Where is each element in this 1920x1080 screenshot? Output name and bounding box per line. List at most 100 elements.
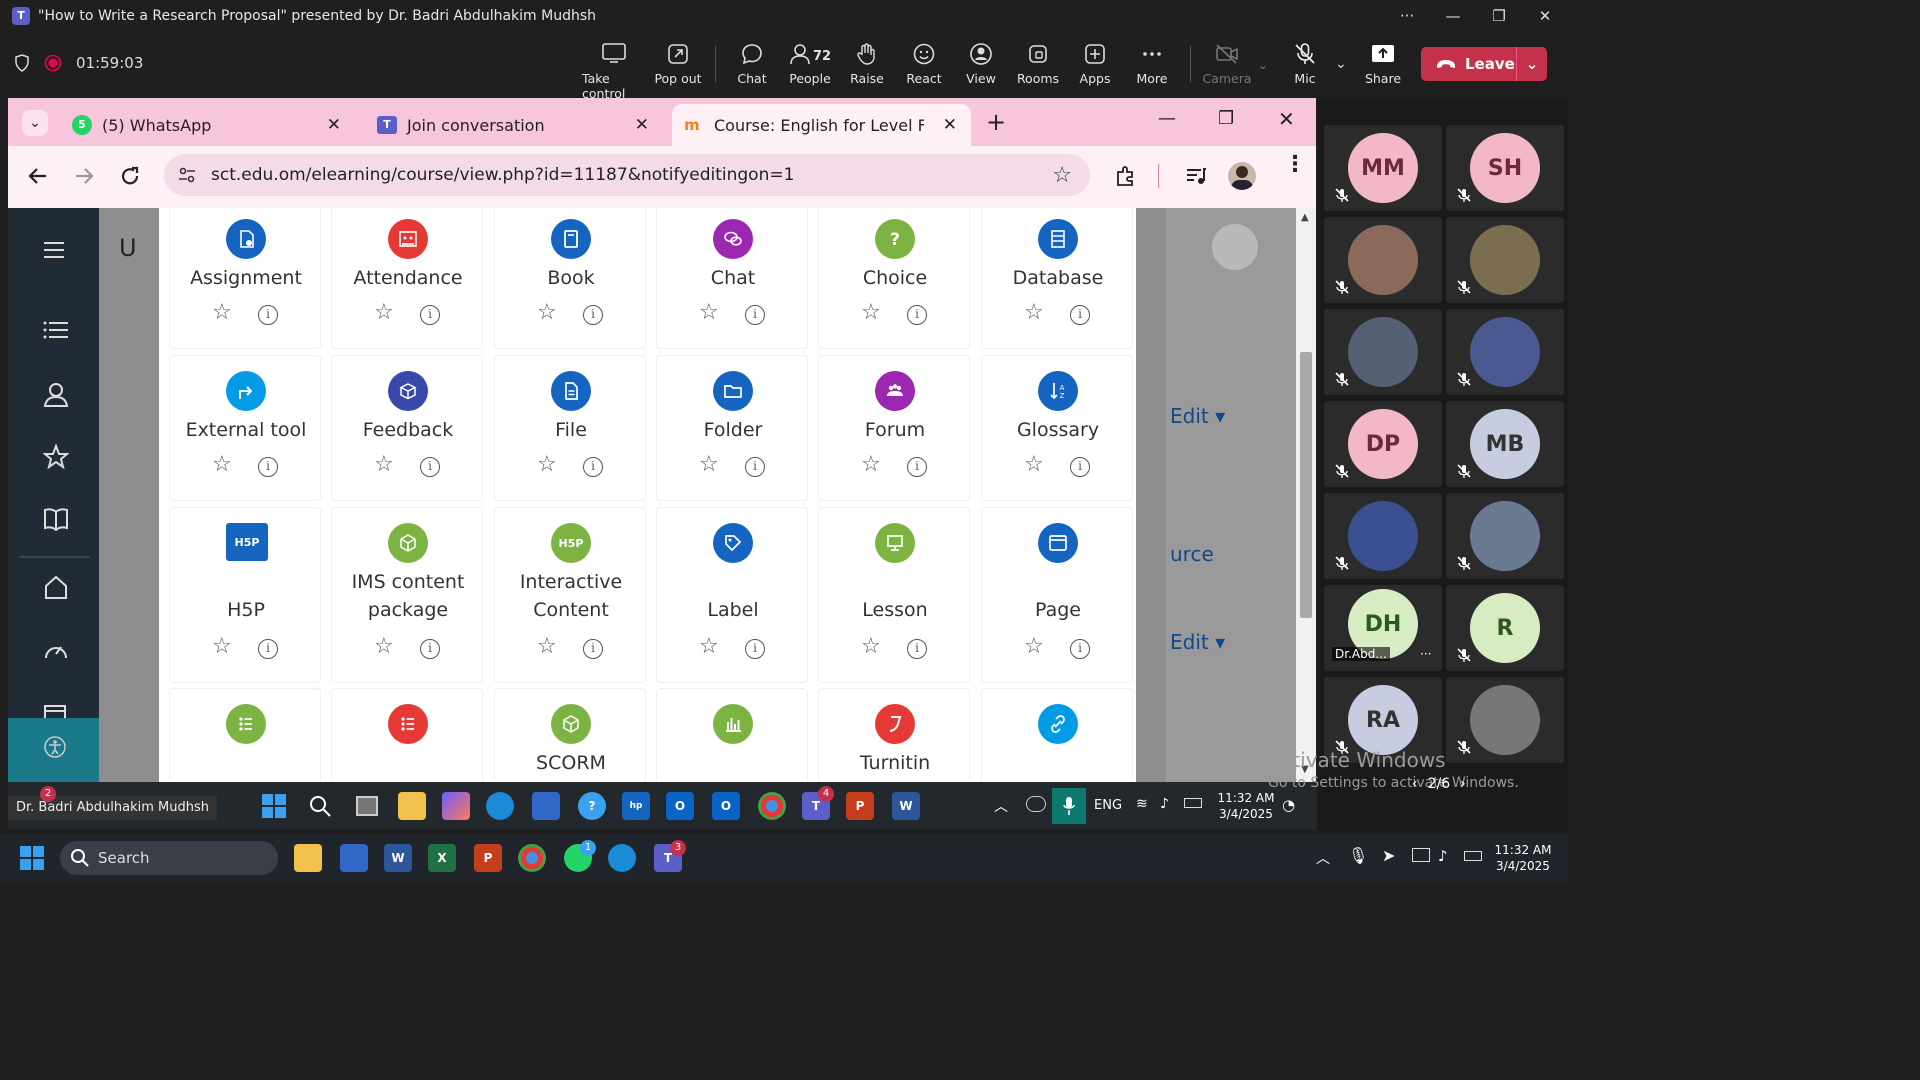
take-control-button[interactable]: Take control: [582, 42, 646, 101]
mic-button[interactable]: Mic: [1273, 42, 1337, 86]
participant-tile[interactable]: [1446, 677, 1564, 763]
word-icon[interactable]: W: [892, 792, 920, 820]
file-explorer-icon[interactable]: [398, 792, 426, 820]
more-button[interactable]: More: [1120, 42, 1184, 86]
star-icon[interactable]: ☆: [537, 300, 557, 325]
activity-card[interactable]: A Z Glossary ☆ i: [981, 355, 1133, 501]
participant-tile[interactable]: MM: [1324, 125, 1442, 211]
outlook-new-icon[interactable]: O: [712, 792, 740, 820]
participant-more-icon[interactable]: ···: [1420, 647, 1431, 661]
hp-icon[interactable]: hp: [622, 792, 650, 820]
react-button[interactable]: React: [892, 42, 956, 86]
people-button[interactable]: 72 People: [778, 42, 842, 86]
leave-options-chevron-icon[interactable]: ⌄: [1516, 47, 1547, 81]
participant-tile[interactable]: [1324, 309, 1442, 395]
battery-icon[interactable]: [1184, 798, 1202, 808]
next-page-icon[interactable]: ›: [1460, 776, 1466, 792]
volume-icon[interactable]: ♪: [1160, 796, 1169, 812]
volume-icon[interactable]: ♪: [1438, 847, 1448, 865]
info-icon[interactable]: i: [907, 639, 927, 659]
info-icon[interactable]: i: [258, 457, 278, 477]
star-icon[interactable]: [43, 444, 69, 470]
activity-card[interactable]: ? Choice ☆ i: [818, 208, 970, 349]
tray-chevron-icon[interactable]: ︿: [994, 796, 1008, 816]
browser-minimize-button[interactable]: —: [1158, 108, 1176, 129]
activity-card[interactable]: Database ☆ i: [981, 208, 1133, 349]
accessibility-panel[interactable]: [8, 718, 99, 782]
star-icon[interactable]: ☆: [374, 452, 394, 477]
file-explorer-icon[interactable]: [294, 844, 322, 872]
star-icon[interactable]: ☆: [212, 452, 232, 477]
camera-options-chevron-icon[interactable]: ⌄: [1258, 58, 1268, 72]
star-icon[interactable]: ☆: [861, 452, 881, 477]
tab-course[interactable]: m Course: English for Level Four - ✕: [672, 104, 971, 146]
activity-card[interactable]: [656, 688, 808, 782]
chrome-icon[interactable]: [518, 844, 546, 872]
home-icon[interactable]: [43, 574, 69, 600]
star-icon[interactable]: ☆: [699, 300, 719, 325]
edit-menu-1[interactable]: Edit ▾: [1170, 404, 1225, 428]
participant-tile[interactable]: R: [1446, 585, 1564, 671]
participant-tile[interactable]: DP: [1324, 401, 1442, 487]
browser-close-button[interactable]: ✕: [1278, 107, 1295, 131]
activity-card[interactable]: [169, 688, 321, 782]
book-icon[interactable]: [43, 507, 69, 531]
restore-button[interactable]: ❐: [1476, 0, 1522, 32]
participant-tile[interactable]: DH Dr.Abd... ···: [1324, 585, 1442, 671]
page-scrollbar[interactable]: ▲ ▼: [1296, 208, 1316, 782]
windows-start-icon[interactable]: [20, 846, 44, 870]
media-control-icon[interactable]: [1184, 164, 1208, 188]
more-options-button[interactable]: ···: [1384, 0, 1430, 32]
system-clock[interactable]: 11:32 AM 3/4/2025: [1490, 842, 1556, 874]
activity-card[interactable]: [981, 688, 1133, 782]
star-icon[interactable]: ☆: [861, 634, 881, 659]
tray-chevron-icon[interactable]: ︿: [1316, 848, 1330, 868]
activity-card[interactable]: Folder ☆ i: [656, 355, 808, 501]
star-icon[interactable]: ☆: [1024, 634, 1044, 659]
activity-card[interactable]: Page ☆ i: [981, 507, 1133, 683]
info-icon[interactable]: i: [745, 305, 765, 325]
info-icon[interactable]: i: [258, 639, 278, 659]
share-button[interactable]: Share: [1351, 42, 1415, 86]
excel-icon[interactable]: X: [428, 844, 456, 872]
activity-card[interactable]: IMS content package ☆ i: [331, 507, 483, 683]
star-icon[interactable]: ☆: [699, 634, 719, 659]
rooms-button[interactable]: Rooms: [1006, 42, 1070, 86]
participant-tile[interactable]: [1324, 493, 1442, 579]
star-icon[interactable]: ☆: [212, 634, 232, 659]
activity-card[interactable]: Turnitin: [818, 688, 970, 782]
participants-icon[interactable]: [43, 381, 69, 407]
browser-menu-icon[interactable]: ⋮: [1284, 154, 1306, 176]
camera-button[interactable]: Camera: [1195, 42, 1259, 86]
scroll-thumb[interactable]: [1300, 352, 1312, 618]
tab-join-conversation[interactable]: T Join conversation ✕: [363, 104, 663, 146]
activity-card[interactable]: Forum ☆ i: [818, 355, 970, 501]
profile-avatar[interactable]: [1228, 162, 1256, 190]
site-info-icon[interactable]: [176, 164, 198, 186]
edit-menu-2[interactable]: Edit ▾: [1170, 630, 1225, 654]
outlook-icon[interactable]: O: [666, 792, 694, 820]
info-icon[interactable]: i: [420, 457, 440, 477]
list-icon[interactable]: [43, 320, 69, 340]
edge-icon[interactable]: [608, 844, 636, 872]
activity-card[interactable]: Assignment ☆ i: [169, 208, 321, 349]
url-field[interactable]: sct.edu.om/elearning/course/view.php?id=…: [164, 154, 1090, 196]
pop-out-button[interactable]: Pop out: [646, 42, 710, 86]
battery-icon[interactable]: [1464, 851, 1482, 861]
wifi-icon[interactable]: ≋: [1136, 796, 1148, 812]
task-view-icon[interactable]: [356, 796, 378, 816]
star-icon[interactable]: ☆: [374, 634, 394, 659]
new-tab-button[interactable]: +: [986, 108, 1006, 136]
participant-tile[interactable]: [1324, 217, 1442, 303]
mic-muted-tray-icon[interactable]: 🎙︎: [1348, 846, 1368, 865]
close-tab-icon[interactable]: ✕: [327, 115, 341, 135]
participant-tile[interactable]: [1446, 309, 1564, 395]
close-window-button[interactable]: ✕: [1522, 0, 1568, 32]
activity-card[interactable]: Attendance ☆ i: [331, 208, 483, 349]
participant-tile[interactable]: [1446, 493, 1564, 579]
info-icon[interactable]: i: [745, 639, 765, 659]
participant-tile[interactable]: SH: [1446, 125, 1564, 211]
info-icon[interactable]: i: [583, 305, 603, 325]
menu-icon[interactable]: [43, 240, 65, 260]
powerpoint-icon[interactable]: P: [846, 792, 874, 820]
